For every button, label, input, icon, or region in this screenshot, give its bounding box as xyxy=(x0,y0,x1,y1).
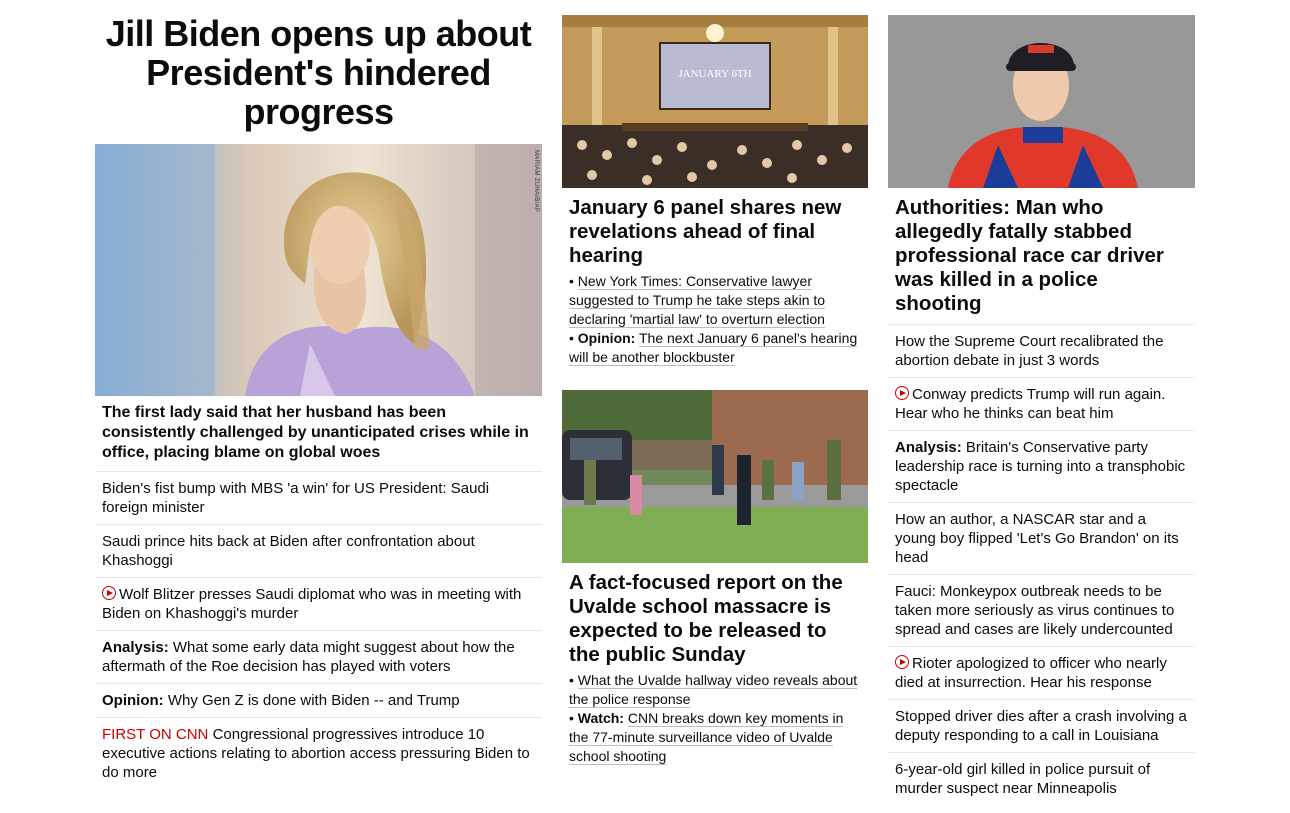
watch-label: Watch: xyxy=(577,710,624,726)
lead-headline[interactable]: Jill Biden opens up about President's hi… xyxy=(95,14,542,131)
list-item[interactable]: Analysis: Britain's Conservative party l… xyxy=(888,431,1195,503)
lead-related-list: Biden's fist bump with MBS 'a win' for U… xyxy=(95,472,542,789)
middle-column: JANUARY 6TH January 6 panel shares new r… xyxy=(562,0,868,766)
right-column: Authorities: Man who allegedly fatally s… xyxy=(888,0,1195,805)
list-item[interactable]: Analysis: What some early data might sug… xyxy=(95,631,542,684)
opinion-label: Opinion: xyxy=(577,330,636,346)
uvalde-photo[interactable] xyxy=(562,390,868,563)
list-item[interactable]: How the Supreme Court recalibrated the a… xyxy=(888,325,1195,378)
race-driver-headline[interactable]: Authorities: Man who allegedly fatally s… xyxy=(888,188,1195,325)
play-video-icon xyxy=(895,655,909,669)
lead-summary[interactable]: The first lady said that her husband has… xyxy=(95,396,542,472)
play-video-icon xyxy=(102,586,116,600)
first-on-cnn-tag: FIRST ON CNN xyxy=(102,726,209,743)
list-item[interactable]: How an author, a NASCAR star and a young… xyxy=(888,503,1195,575)
race-driver-photo[interactable] xyxy=(888,15,1195,188)
right-related-list: How the Supreme Court recalibrated the a… xyxy=(888,325,1195,805)
play-video-icon xyxy=(895,386,909,400)
photo-credit: MARIAM ZUHAIB/AP xyxy=(533,150,539,213)
bullet-link[interactable]: • New York Times: Conservative lawyer su… xyxy=(569,272,861,329)
bullet-link[interactable]: • What the Uvalde hallway video reveals … xyxy=(569,671,861,709)
opinion-label: Opinion: xyxy=(102,692,164,709)
list-item[interactable]: Wolf Blitzer presses Saudi diplomat who … xyxy=(95,578,542,631)
list-item[interactable]: Conway predicts Trump will run again. He… xyxy=(888,378,1195,431)
list-item[interactable]: Rioter apologized to officer who nearly … xyxy=(888,647,1195,700)
screen-title: JANUARY 6TH xyxy=(678,68,751,80)
january6-headline[interactable]: January 6 panel shares new revelations a… xyxy=(562,188,868,272)
list-item[interactable]: Saudi prince hits back at Biden after co… xyxy=(95,525,542,578)
uvalde-bullets: • What the Uvalde hallway video reveals … xyxy=(562,671,868,766)
list-item[interactable]: Stopped driver dies after a crash involv… xyxy=(888,700,1195,753)
list-item[interactable]: 6-year-old girl killed in police pursuit… xyxy=(888,753,1195,805)
driver-portrait-photo xyxy=(888,15,1195,188)
list-item[interactable]: Opinion: Why Gen Z is done with Biden --… xyxy=(95,684,542,718)
analysis-label: Analysis: xyxy=(895,439,962,456)
hearing-room-photo: JANUARY 6TH xyxy=(562,15,868,188)
list-item[interactable]: FIRST ON CNN Congressional progressives … xyxy=(95,718,542,789)
january6-photo[interactable]: JANUARY 6TH xyxy=(562,15,868,188)
uvalde-scene-photo xyxy=(562,390,868,563)
jill-biden-photo xyxy=(95,144,542,396)
lead-column: Jill Biden opens up about President's hi… xyxy=(95,0,542,789)
lead-photo[interactable]: MARIAM ZUHAIB/AP xyxy=(95,144,542,396)
list-item[interactable]: Biden's fist bump with MBS 'a win' for U… xyxy=(95,472,542,525)
list-item[interactable]: Fauci: Monkeypox outbreak needs to be ta… xyxy=(888,575,1195,647)
uvalde-headline[interactable]: A fact-focused report on the Uvalde scho… xyxy=(562,563,868,671)
bullet-link[interactable]: • Watch: CNN breaks down key moments in … xyxy=(569,709,861,766)
january6-bullets: • New York Times: Conservative lawyer su… xyxy=(562,272,868,367)
bullet-link[interactable]: • Opinion: The next January 6 panel's he… xyxy=(569,329,861,367)
analysis-label: Analysis: xyxy=(102,639,169,656)
